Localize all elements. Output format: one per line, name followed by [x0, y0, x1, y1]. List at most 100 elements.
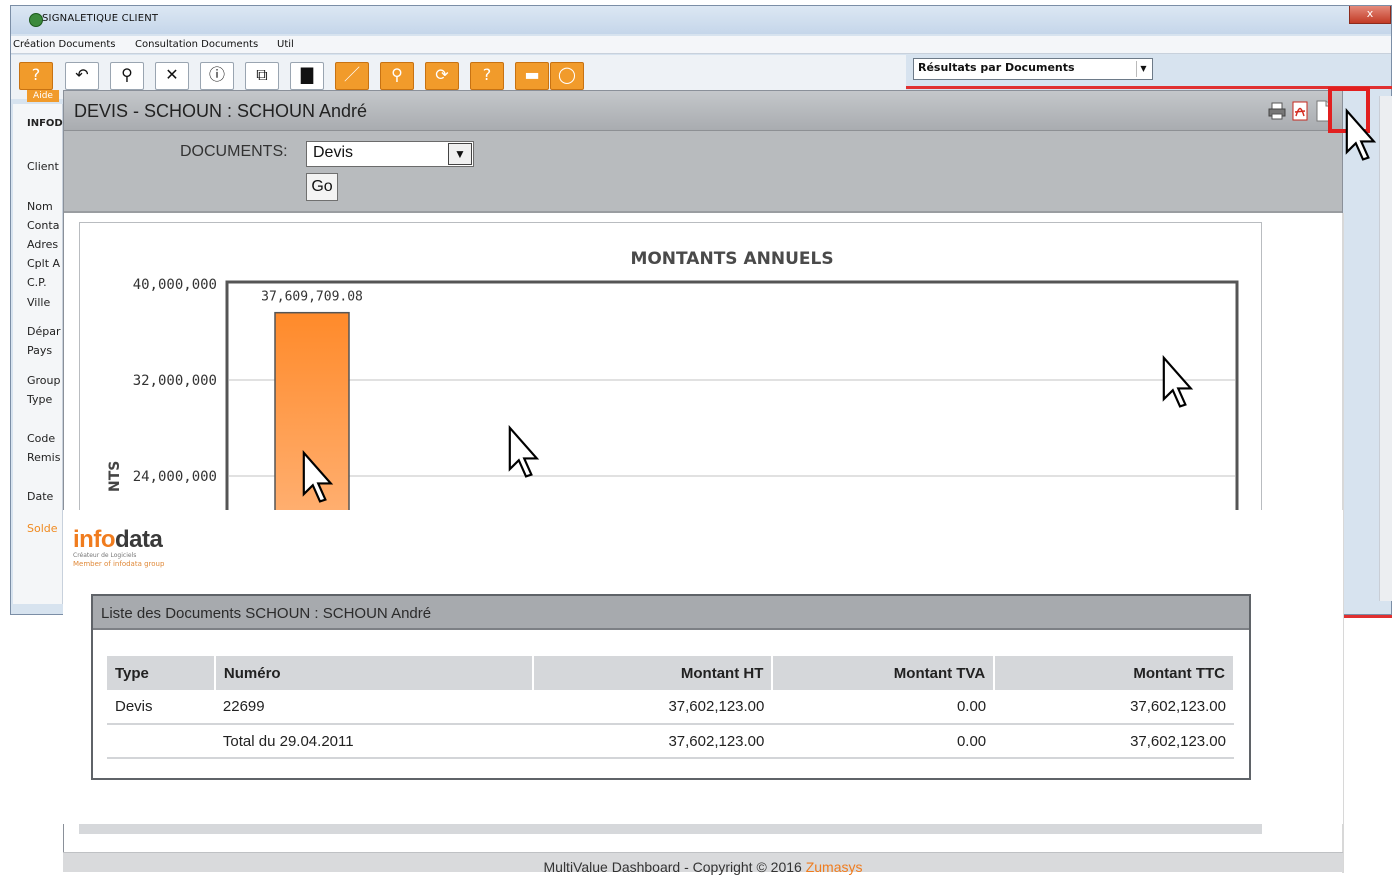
mouse-cursor-icon: [508, 425, 540, 478]
help-button[interactable]: ?: [19, 62, 53, 90]
infodata-logo: infodata Créateur de Logiciels Member of…: [73, 526, 165, 568]
find-button[interactable]: ⚲: [380, 62, 414, 90]
menu-consultation-documents[interactable]: Consultation Documents: [135, 39, 258, 50]
refresh-button[interactable]: ⟳: [425, 62, 459, 90]
refresh-icon: ⟳: [435, 65, 449, 84]
copy-icon: ⧉: [256, 65, 268, 84]
field-label-cp: C.P.: [27, 276, 47, 289]
logo-tagline: Créateur de Logiciels: [73, 552, 137, 559]
documents-select[interactable]: Devis ▼: [306, 141, 474, 167]
cell-montant-tva: 0.00: [772, 690, 995, 725]
field-label-code: Code: [27, 432, 56, 445]
table-total-row: Total du 29.04.2011 37,602,123.00 0.00 3…: [107, 724, 1234, 759]
field-label-nom: Nom: [27, 200, 53, 213]
documents-list: Liste des Documents SCHOUN : SCHOUN Andr…: [91, 594, 1251, 780]
cell-montant-tva: 0.00: [772, 724, 995, 759]
menu-bar: Création Documents Consultation Document…: [11, 36, 1391, 54]
glasses-button[interactable]: ◯: [550, 62, 584, 90]
table-header-row: Type Numéro Montant HT Montant TVA Monta…: [107, 656, 1235, 690]
app-logo-icon: [29, 13, 43, 27]
menu-util[interactable]: Util: [277, 39, 294, 50]
close-button[interactable]: x: [1349, 6, 1391, 24]
field-label-solde: Solde: [27, 522, 58, 535]
field-label-remise: Remis: [27, 451, 61, 464]
documents-label: DOCUMENTS:: [180, 143, 288, 160]
dialog-header: DEVIS - SCHOUN : SCHOUN André DOCUMENTS:…: [64, 91, 1342, 213]
field-label-type: Type: [27, 393, 53, 406]
documents-list-header: Liste des Documents SCHOUN : SCHOUN Andr…: [93, 596, 1249, 630]
cell-numero: 22699: [214, 690, 533, 725]
undo-button[interactable]: ↶: [65, 62, 99, 90]
y-axis-label: NTS: [107, 461, 123, 492]
plot-area: [225, 280, 1239, 512]
chart-title: MONTANTS ANNUELS: [630, 249, 833, 269]
dialog-titlebar: DEVIS - SCHOUN : SCHOUN André: [64, 91, 1342, 131]
column-header-type: Type: [107, 656, 216, 690]
chevron-down-icon: ▼: [1136, 61, 1150, 77]
help-button-label: Aide: [27, 90, 59, 102]
glasses-icon: ◯: [558, 65, 576, 84]
key-search-icon: ⚲: [121, 65, 133, 84]
chart-panel-footer-band: [79, 824, 1262, 834]
cancel-button[interactable]: ✕: [155, 62, 189, 90]
page-footer: MultiValue Dashboard - Copyright © 2016 …: [63, 852, 1343, 875]
field-label-contact: Conta: [27, 219, 60, 232]
field-label-cplt: Cplt A: [27, 257, 61, 270]
results-dropdown[interactable]: Résultats par Documents ▼: [913, 58, 1153, 80]
pdf-icon[interactable]: [1292, 101, 1308, 121]
field-label-groupe: Group: [27, 374, 61, 387]
cell-montant-ht: 37,602,123.00: [532, 724, 773, 759]
printer-icon[interactable]: [1268, 102, 1286, 120]
cell-type: [107, 724, 215, 759]
documents-table: Type Numéro Montant HT Montant TVA Monta…: [107, 656, 1235, 759]
user-question-icon: ?: [482, 65, 492, 84]
app-titlebar: SIGNALETIQUE CLIENT x: [11, 6, 1391, 34]
edit-button[interactable]: ／: [335, 62, 369, 90]
folder-button[interactable]: ▬: [515, 62, 549, 90]
undo-icon: ↶: [75, 65, 89, 84]
footer-brand-link[interactable]: Zumasys: [806, 859, 863, 875]
annual-amounts-chart: MONTANTS ANNUELS 40,000,000 32,000,000 24,…: [107, 249, 1239, 512]
search-button[interactable]: ⚲: [110, 62, 144, 90]
documents-list-title: Liste des Documents SCHOUN : SCHOUN Andr…: [101, 605, 432, 622]
close-icon: ✕: [165, 65, 179, 84]
cell-montant-ttc: 37,602,123.00: [994, 690, 1234, 725]
mouse-cursor-icon: [1162, 355, 1194, 408]
cell-montant-ht: 37,602,123.00: [532, 690, 773, 725]
table-row[interactable]: Devis 22699 37,602,123.00 0.00 37,602,12…: [107, 690, 1234, 725]
footer-copyright: MultiValue Dashboard - Copyright © 2016: [543, 859, 806, 875]
field-label-date: Date: [27, 490, 54, 503]
dialog-title: DEVIS - SCHOUN : SCHOUN André: [74, 101, 368, 121]
copy-button[interactable]: ⧉: [245, 62, 279, 90]
y-tick-label: 24,000,000: [133, 469, 217, 485]
app-title: SIGNALETIQUE CLIENT: [42, 13, 159, 24]
field-label-ville: Ville: [27, 296, 51, 309]
field-label-departement: Dépar: [27, 325, 61, 338]
search-icon: ⚲: [391, 65, 403, 84]
chart-gridlines: [229, 379, 1235, 477]
cell-total-label: Total du 29.04.2011: [214, 724, 533, 759]
info-button[interactable]: ⓘ: [200, 62, 234, 90]
field-label-pays: Pays: [27, 344, 53, 357]
paste-button[interactable]: ▇: [290, 62, 324, 90]
y-axis-ticks: 40,000,000 32,000,000 24,000,000: [133, 277, 217, 485]
bar-data-label: 37,609,709.08: [261, 290, 363, 305]
client-info-panel: INFOD Client Nom Conta Adres Cplt A C.P.…: [13, 104, 63, 604]
column-header-montant-ttc: Montant TTC: [994, 656, 1235, 690]
go-button[interactable]: Go: [306, 173, 338, 201]
column-header-numero: Numéro: [214, 656, 534, 690]
menu-creation-documents[interactable]: Création Documents: [13, 39, 116, 50]
vertical-scrollbar[interactable]: [1379, 96, 1392, 601]
column-header-montant-tva: Montant TVA: [772, 656, 996, 690]
cell-type: Devis: [107, 690, 215, 725]
mouse-cursor-icon: [302, 450, 334, 503]
folder-icon: ▬: [524, 65, 540, 84]
field-label-adresse: Adres: [27, 238, 59, 251]
info-icon: ⓘ: [208, 65, 225, 84]
chevron-down-icon: ▼: [448, 143, 472, 165]
mouse-cursor-icon: [1345, 108, 1377, 161]
y-tick-label: 40,000,000: [133, 277, 217, 293]
panel-heading: INFOD: [27, 118, 63, 129]
column-header-montant-ht: Montant HT: [532, 656, 774, 690]
user-help-button[interactable]: ?: [470, 62, 504, 90]
